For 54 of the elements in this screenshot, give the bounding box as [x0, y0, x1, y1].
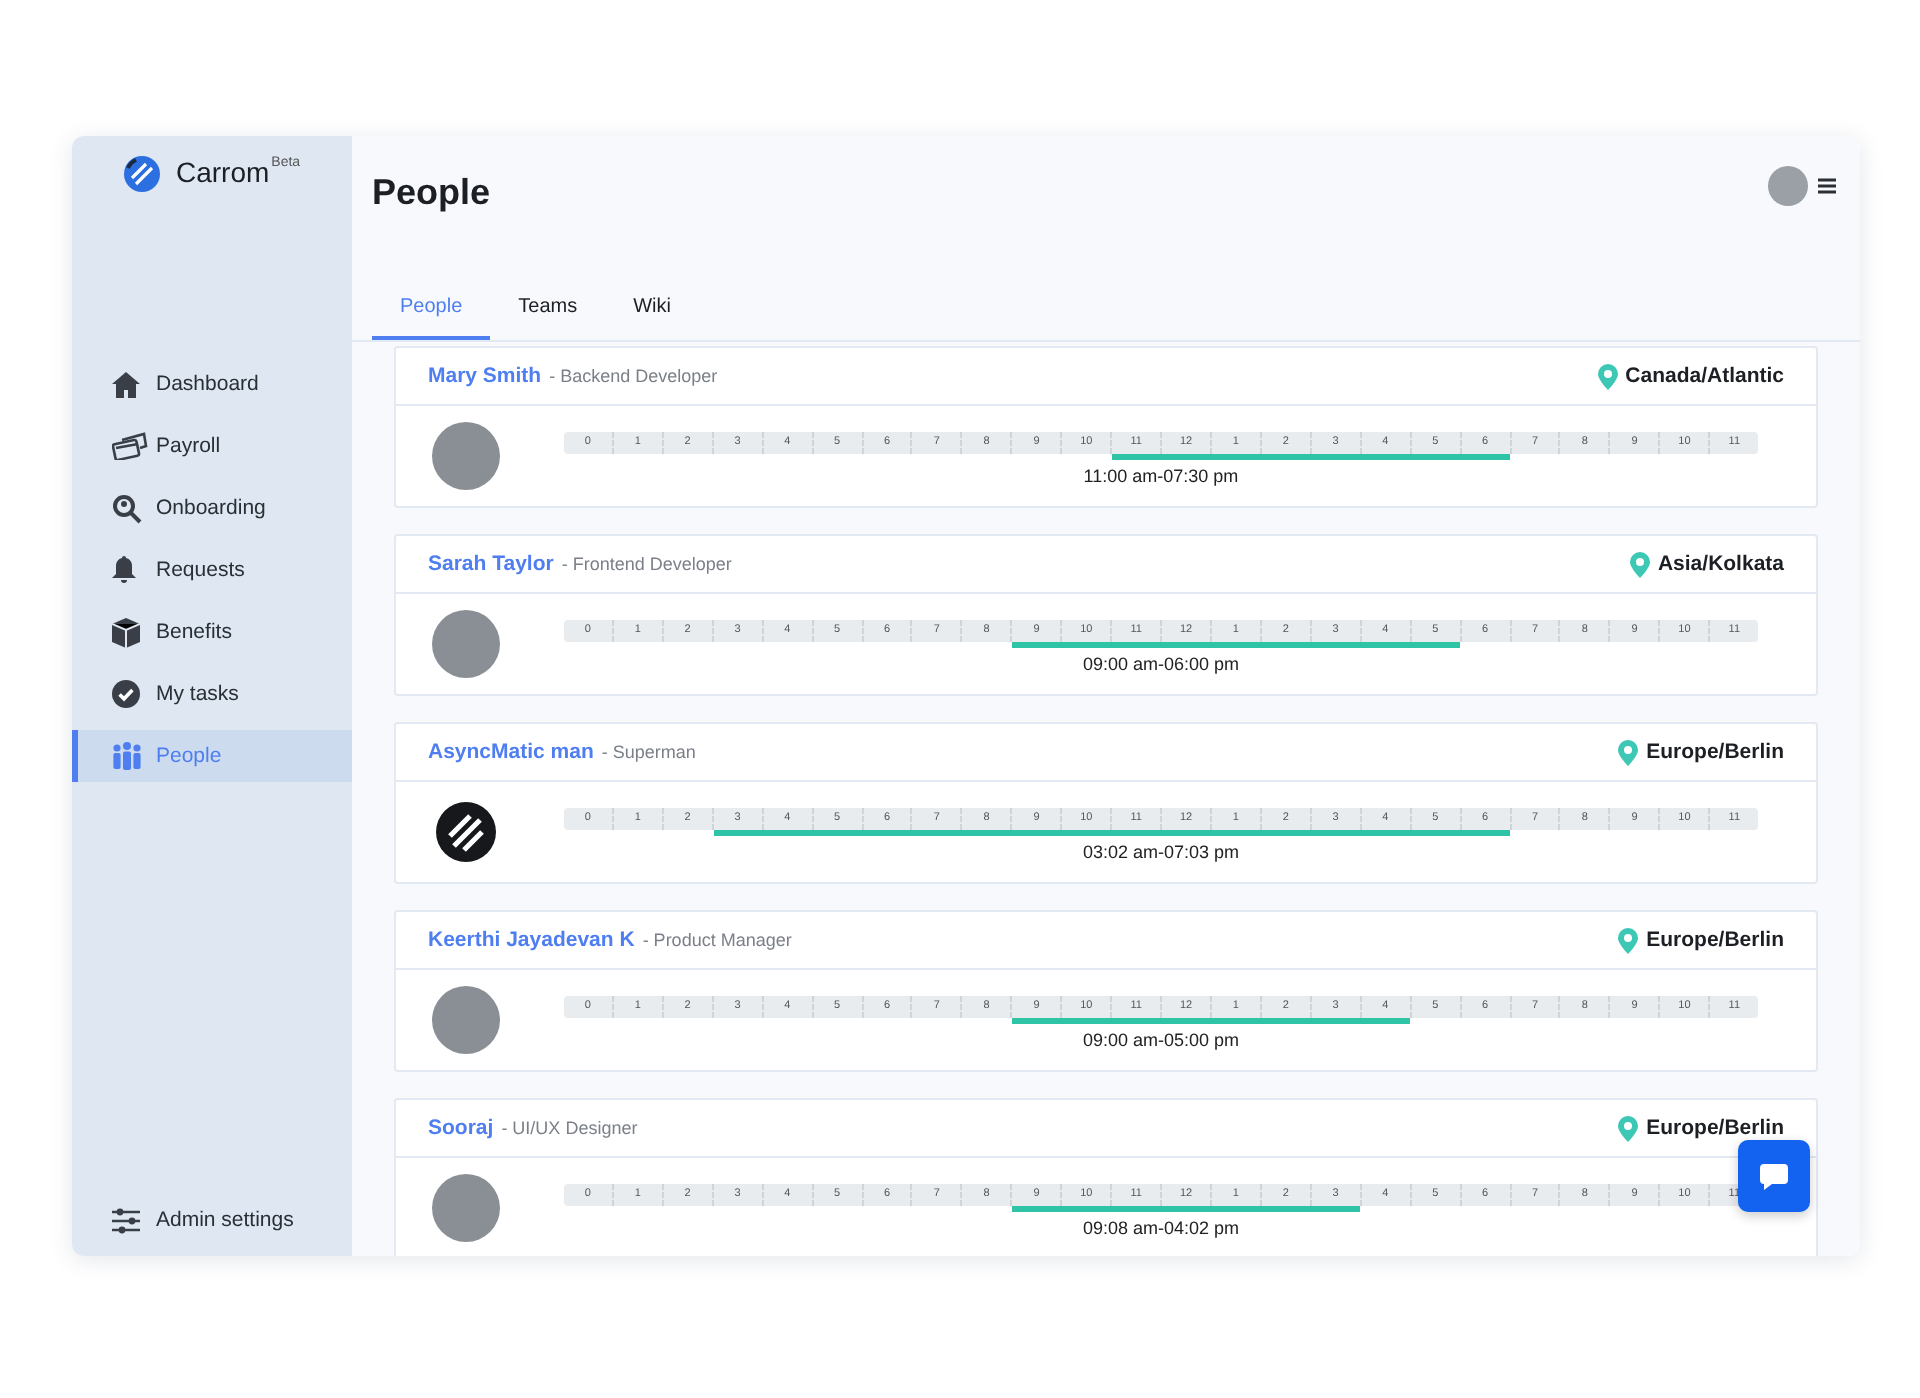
location-pin-icon [1618, 739, 1639, 765]
person-name[interactable]: AsyncMatic man [428, 740, 594, 764]
avatar-photo [432, 1174, 500, 1242]
nav-item[interactable]: Onboarding [72, 482, 352, 534]
tab[interactable]: People [372, 282, 491, 340]
avatar-photo [432, 986, 500, 1054]
nav-item[interactable]: My tasks [72, 668, 352, 720]
location-pin-icon [1597, 363, 1618, 389]
person-name[interactable]: Keerthi Jayadevan K [428, 928, 635, 952]
working-hours-text: 09:00 am-05:00 pm [1080, 1029, 1242, 1049]
person-role: - Backend Developer [549, 366, 718, 386]
location-pin-icon [1629, 551, 1650, 577]
working-hours-text: 09:00 am-06:00 pm [1080, 653, 1242, 673]
check-circle-icon [112, 680, 140, 708]
nav-item[interactable]: Dashboard [72, 358, 352, 410]
chat-button[interactable] [1738, 1140, 1810, 1212]
logo-icon [124, 156, 160, 192]
tab[interactable]: Wiki [605, 282, 699, 340]
logo-avatar [436, 802, 496, 862]
location-pin-icon [1618, 927, 1639, 953]
nav-item[interactable]: Requests [72, 544, 352, 596]
people-icon [112, 742, 142, 770]
person-name[interactable]: Sarah Taylor [428, 552, 554, 576]
page-title: People [372, 172, 491, 214]
person-name[interactable]: Mary Smith [428, 364, 542, 388]
timezone-label: Europe/Berlin [1646, 928, 1784, 952]
location-pin-icon [1618, 1115, 1639, 1141]
person-role: - Superman [601, 742, 696, 762]
avatar-photo [432, 422, 500, 490]
avatar-photo [432, 610, 500, 678]
working-hours-text: 09:08 am-04:02 pm [1080, 1217, 1242, 1237]
person-role: - Frontend Developer [561, 554, 732, 574]
cards-icon [112, 432, 148, 460]
person-role: - UI/UX Designer [501, 1118, 638, 1138]
sliders-icon [112, 1207, 140, 1233]
working-hours-text: 03:02 am-07:03 pm [1080, 841, 1242, 861]
chat-bubble-icon [1760, 1163, 1788, 1189]
admin-settings-link[interactable]: Admin settings [72, 1204, 352, 1236]
magnifier-icon [112, 493, 142, 523]
working-hours-text: 11:00 am-07:30 pm [1081, 465, 1241, 485]
house-icon [112, 371, 140, 397]
person-role: - Product Manager [642, 930, 792, 950]
tab[interactable]: Teams [490, 282, 606, 340]
timezone-label: Canada/Atlantic [1625, 364, 1784, 388]
bell-icon [112, 556, 136, 584]
nav-item[interactable]: Benefits [72, 606, 352, 658]
person-name[interactable]: Sooraj [428, 1116, 494, 1140]
timezone-label: Europe/Berlin [1646, 1116, 1784, 1140]
timezone-label: Asia/Kolkata [1657, 552, 1784, 576]
timezone-label: Europe/Berlin [1646, 740, 1784, 764]
menu-icon[interactable] [1818, 178, 1836, 194]
brand-name: Carrom$^{Beta}$ [176, 156, 301, 188]
box-icon [112, 617, 140, 647]
nav-item[interactable]: Payroll [72, 420, 352, 472]
